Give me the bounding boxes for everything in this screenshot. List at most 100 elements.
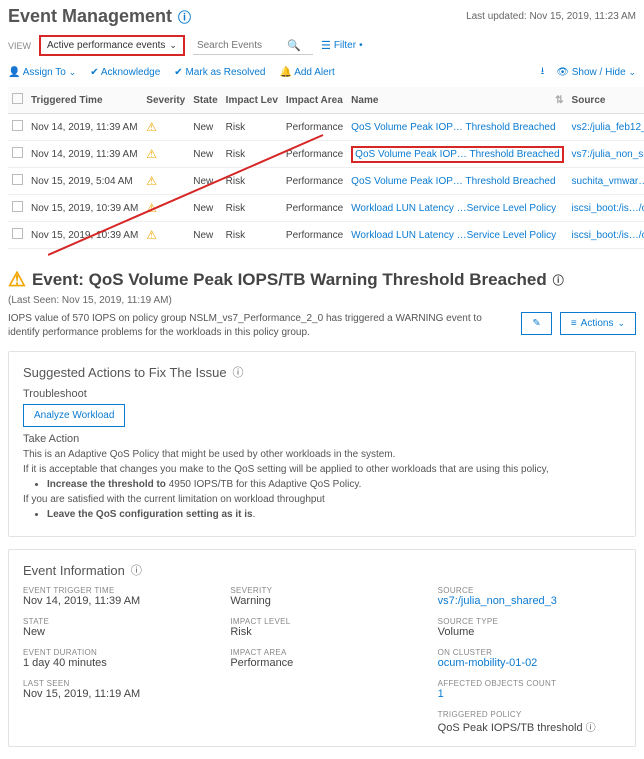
event-info-heading: Event Information ⓘ (23, 562, 621, 578)
info-duration: EVENT DURATION1 day 40 minutes (23, 648, 206, 669)
table-row[interactable]: Nov 15, 2019, 5:04 AM⚠NewRiskPerformance… (8, 168, 644, 195)
event-title: ⚠ Event: QoS Volume Peak IOPS/TB Warning… (8, 267, 636, 292)
col-name[interactable]: Name ⇅ (347, 87, 567, 114)
take-action-line3: If you are satisfied with the current li… (23, 494, 621, 505)
cell-severity: ⚠ (142, 168, 189, 195)
assign-to-button[interactable]: 👤 Assign To ⌄ (8, 67, 76, 78)
pencil-icon: ✎ (532, 318, 540, 329)
take-action-label: Take Action (23, 433, 621, 445)
download-icon[interactable]: ⭳ (541, 64, 545, 81)
edit-button[interactable]: ✎ (521, 312, 551, 335)
filter-button[interactable]: ☰ Filter • (321, 39, 363, 52)
event-last-seen: (Last Seen: Nov 15, 2019, 11:19 AM) (8, 295, 636, 306)
actions-button[interactable]: ≡ Actions ⌄ (560, 312, 636, 335)
cell-name[interactable]: Workload LUN Latency …Service Level Poli… (347, 195, 567, 222)
cell-time: Nov 14, 2019, 11:39 AM (27, 114, 142, 141)
cell-state: New (189, 141, 221, 168)
bullet-leave: Leave the QoS configuration setting as i… (47, 509, 621, 520)
table-row[interactable]: Nov 14, 2019, 11:39 AM ⚠ NewRiskPerformanc… (8, 141, 644, 168)
mark-resolved-button[interactable]: ✔ Mark as Resolved (174, 67, 265, 78)
info-source-type: SOURCE TYPEVolume (438, 617, 621, 638)
info-severity: SEVERITYWarning (230, 586, 413, 607)
cell-impact-area: Performance (282, 195, 347, 222)
cell-severity: ⚠ (142, 222, 189, 249)
cell-impact-lev: Risk (222, 195, 282, 222)
cell-time: Nov 15, 2019, 5:04 AM (27, 168, 142, 195)
warning-icon: ⚠ (146, 120, 157, 134)
row-checkbox[interactable] (12, 201, 23, 212)
col-impact-area[interactable]: Impact Area (282, 87, 347, 114)
col-state[interactable]: State (189, 87, 221, 114)
search-input[interactable] (197, 40, 287, 51)
cell-source[interactable]: suchita_vmwar…nt_delete_01 (568, 168, 644, 195)
row-checkbox[interactable] (12, 174, 23, 185)
cell-source[interactable]: iscsi_boot:/is…/ocum-c220-01 (568, 195, 644, 222)
info-affected: AFFECTED OBJECTS COUNT1 (438, 679, 621, 700)
info-icon[interactable]: ⓘ (233, 364, 244, 380)
event-title-text: Event: QoS Volume Peak IOPS/TB Warning T… (32, 270, 547, 290)
info-icon[interactable]: ⓘ (131, 562, 142, 578)
acknowledge-button[interactable]: ✔ Acknowledge (90, 67, 160, 78)
cell-state: New (189, 195, 221, 222)
info-impact-level: IMPACT LEVELRisk (230, 617, 413, 638)
row-checkbox[interactable] (12, 228, 23, 239)
info-icon[interactable]: ⓘ (586, 723, 596, 734)
cell-source[interactable]: vs7:/julia_non_shared_3 (568, 141, 644, 168)
info-trigger-time: EVENT TRIGGER TIMENov 14, 2019, 11:39 AM (23, 586, 206, 607)
bullet-increase: Increase the threshold to 4950 IOPS/TB f… (47, 479, 621, 490)
troubleshoot-label: Troubleshoot (23, 388, 621, 400)
table-row[interactable]: Nov 15, 2019, 10:39 AM⚠NewRiskPerformanc… (8, 195, 644, 222)
filter-label: Filter (334, 40, 356, 51)
cell-name[interactable]: QoS Volume Peak IOP… Threshold Breached (347, 168, 567, 195)
cell-state: New (189, 168, 221, 195)
chevron-down-icon: ⌄ (628, 67, 636, 77)
show-hide-button[interactable]: 👁 Show / Hide ⌄ (556, 67, 636, 78)
row-checkbox[interactable] (12, 120, 23, 131)
take-action-line1: This is an Adaptive QoS Policy that migh… (23, 449, 621, 460)
search-input-wrap[interactable]: 🔍 (193, 37, 313, 55)
view-value: Active performance events (47, 40, 165, 51)
info-icon[interactable]: ⓘ (553, 272, 564, 288)
event-info-panel: Event Information ⓘ EVENT TRIGGER TIMENo… (8, 549, 636, 747)
add-alert-button[interactable]: 🔔 Add Alert (280, 67, 335, 78)
chevron-down-icon: ⌄ (617, 318, 625, 329)
filter-icon: ☰ (321, 39, 331, 52)
col-source[interactable]: Source (568, 87, 644, 114)
cell-name[interactable]: QoS Volume Peak IOP… Threshold Breached (347, 114, 567, 141)
cell-impact-lev: Risk (222, 141, 282, 168)
cell-impact-lev: Risk (222, 168, 282, 195)
cell-severity: ⚠ (142, 141, 189, 168)
info-last-seen: LAST SEENNov 15, 2019, 11:19 AM (23, 679, 206, 700)
cell-time: Nov 15, 2019, 10:39 AM (27, 222, 142, 249)
cell-source[interactable]: vs2:/julia_feb12_vol3 (568, 114, 644, 141)
col-severity[interactable]: Severity (142, 87, 189, 114)
col-triggered[interactable]: Triggered Time (27, 87, 142, 114)
warning-icon: ⚠ (146, 147, 157, 161)
view-label: VIEW (8, 41, 31, 51)
page-title-text: Event Management (8, 6, 172, 27)
cell-severity: ⚠ (142, 195, 189, 222)
page-title: Event Management ⓘ (8, 6, 191, 27)
select-all-checkbox[interactable] (12, 93, 23, 104)
table-row[interactable]: Nov 14, 2019, 11:39 AM⚠NewRiskPerformanc… (8, 114, 644, 141)
cell-impact-area: Performance (282, 141, 347, 168)
cell-state: New (189, 222, 221, 249)
info-icon[interactable]: ⓘ (178, 7, 191, 26)
cell-source[interactable]: iscsi_boot:/is…/ocum-c220-07 (568, 222, 644, 249)
table-row[interactable]: Nov 15, 2019, 10:39 AM⚠NewRiskPerformanc… (8, 222, 644, 249)
cell-impact-lev: Risk (222, 114, 282, 141)
info-policy: TRIGGERED POLICYQoS Peak IOPS/TB thresho… (438, 710, 621, 734)
row-checkbox[interactable] (12, 147, 23, 158)
analyze-workload-button[interactable]: Analyze Workload (23, 404, 125, 427)
col-impact-lev[interactable]: Impact Lev (222, 87, 282, 114)
last-updated: Last updated: Nov 15, 2019, 11:23 AM (466, 11, 636, 22)
event-description: IOPS value of 570 IOPS on policy group N… (8, 312, 513, 339)
warning-icon: ⚠ (146, 228, 157, 242)
cell-name[interactable]: Workload LUN Latency …Service Level Poli… (347, 222, 567, 249)
view-dropdown[interactable]: Active performance events ⌄ (39, 35, 185, 56)
info-state: STATENew (23, 617, 206, 638)
cell-name[interactable]: QoS Volume Peak IOP… Threshold Breached (347, 141, 567, 168)
warning-icon: ⚠ (146, 201, 157, 215)
cell-time: Nov 14, 2019, 11:39 AM (27, 141, 142, 168)
search-icon[interactable]: 🔍 (287, 39, 301, 52)
